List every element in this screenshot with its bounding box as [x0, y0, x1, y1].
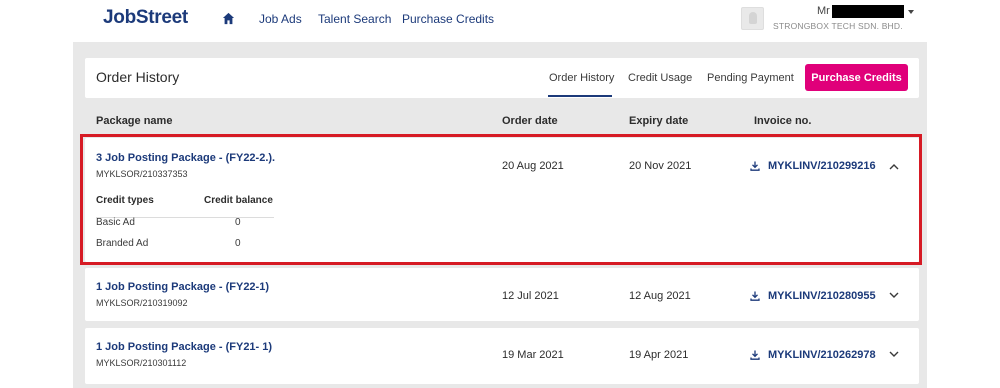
redacted-user-name [832, 5, 904, 18]
expiry-date: 12 Aug 2021 [629, 290, 691, 302]
header-package-name: Package name [96, 115, 173, 127]
order-date: 19 Mar 2021 [502, 349, 564, 361]
invoice-link[interactable]: MYKLINV/210262978 [768, 349, 876, 361]
package-ref: MYKLSOR/210319092 [96, 298, 188, 308]
user-salutation[interactable]: Mr [817, 5, 830, 17]
download-icon[interactable] [750, 350, 760, 360]
chevron-down-icon[interactable] [889, 351, 899, 358]
home-icon[interactable] [222, 12, 235, 25]
invoice-link[interactable]: MYKLINV/210280955 [768, 290, 876, 302]
package-name[interactable]: 1 Job Posting Package - (FY21- 1) [96, 341, 272, 353]
expiry-date: 19 Apr 2021 [629, 349, 689, 361]
tab-pending-payment[interactable]: Pending Payment [707, 72, 794, 84]
order-row: 1 Job Posting Package - (FY21- 1) MYKLSO… [85, 328, 919, 384]
chevron-down-icon[interactable] [889, 292, 899, 299]
tab-credit-usage[interactable]: Credit Usage [628, 72, 692, 84]
highlight-box [80, 134, 922, 265]
order-history-header: Order History Order History Credit Usage… [85, 58, 919, 98]
purchase-credits-button[interactable]: Purchase Credits [805, 64, 908, 91]
header-order-date: Order date [502, 115, 558, 127]
company-avatar[interactable] [741, 7, 764, 30]
package-name[interactable]: 1 Job Posting Package - (FY22-1) [96, 281, 269, 293]
nav-purchase-credits[interactable]: Purchase Credits [402, 12, 494, 26]
download-icon[interactable] [750, 291, 760, 301]
page-title: Order History [96, 69, 180, 85]
header-invoice-no: Invoice no. [754, 115, 812, 127]
top-nav: JobStreet Job Ads Talent Search Purchase… [0, 0, 1000, 40]
caret-down-icon[interactable] [908, 10, 914, 14]
order-row: 1 Job Posting Package - (FY22-1) MYKLSOR… [85, 268, 919, 321]
jobstreet-logo[interactable]: JobStreet [103, 7, 188, 29]
company-name: STRONGBOX TECH SDN. BHD. [773, 21, 903, 31]
package-ref: MYKLSOR/210301112 [96, 358, 187, 368]
tab-order-history[interactable]: Order History [549, 72, 614, 84]
nav-job-ads[interactable]: Job Ads [259, 12, 302, 26]
nav-talent-search[interactable]: Talent Search [318, 12, 391, 26]
order-date: 12 Jul 2021 [502, 290, 559, 302]
header-expiry-date: Expiry date [629, 115, 689, 127]
active-tab-indicator [548, 95, 612, 97]
